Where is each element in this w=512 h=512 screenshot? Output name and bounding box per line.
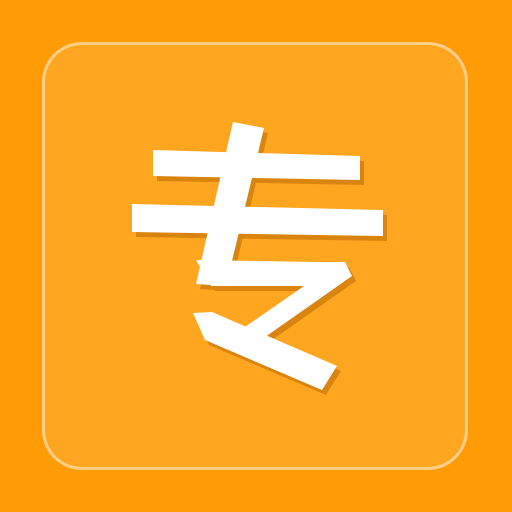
zhuan-character-icon: [132, 122, 387, 395]
